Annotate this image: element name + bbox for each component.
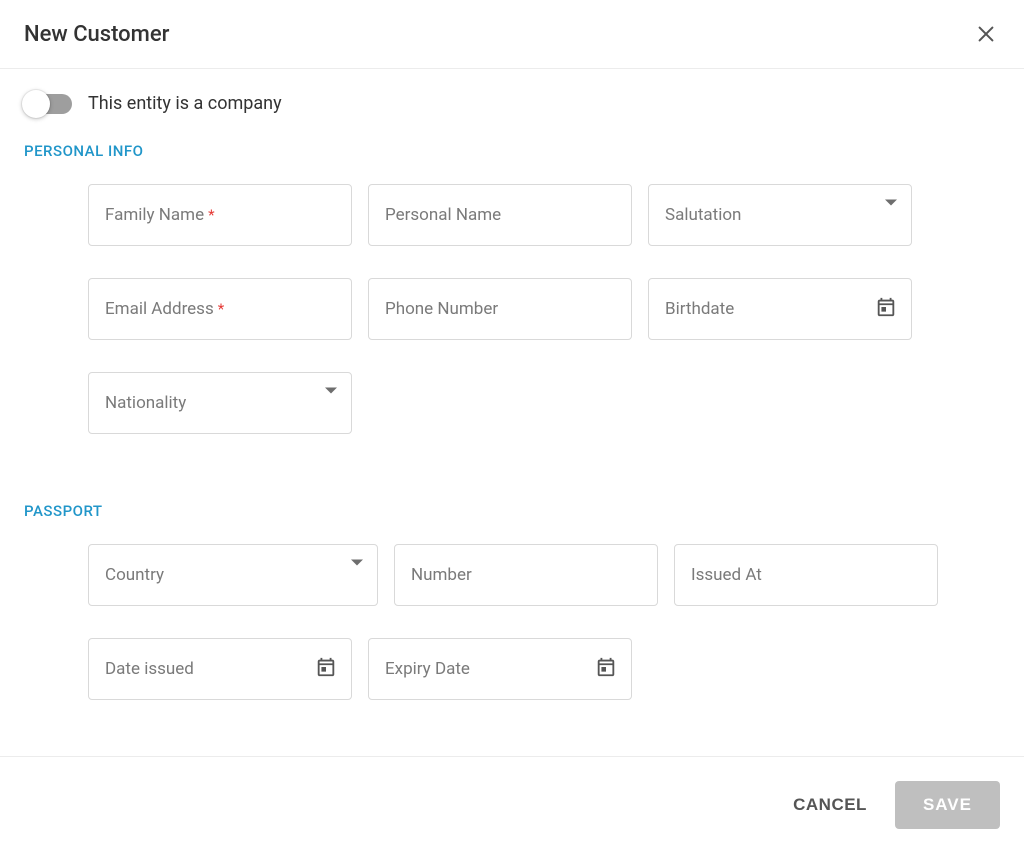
cancel-button[interactable]: CANCEL: [789, 787, 871, 823]
company-toggle-label: This entity is a company: [88, 93, 282, 114]
email-field[interactable]: Email Address *: [88, 278, 352, 340]
calendar-icon: [595, 656, 617, 682]
issued-at-field[interactable]: Issued At: [674, 544, 938, 606]
calendar-icon: [315, 656, 337, 682]
passport-form: Country Number Issued At Date issued Exp…: [88, 544, 1000, 700]
company-toggle[interactable]: [24, 94, 72, 114]
chevron-down-icon: [325, 394, 337, 413]
calendar-icon: [875, 296, 897, 322]
field-label: Country: [105, 565, 164, 585]
date-issued-field[interactable]: Date issued: [88, 638, 352, 700]
modal-footer: CANCEL SAVE: [0, 756, 1024, 853]
field-label: Family Name: [105, 205, 204, 225]
toggle-knob: [22, 90, 50, 118]
field-label: Nationality: [105, 393, 186, 413]
form-row: Date issued Expiry Date: [88, 638, 1000, 700]
section-passport: PASSPORT: [24, 502, 1000, 520]
close-icon: [975, 23, 997, 45]
required-marker: *: [218, 300, 224, 318]
field-label: Issued At: [691, 565, 762, 585]
section-personal-info: PERSONAL INFO: [24, 142, 1000, 160]
field-label: Salutation: [665, 205, 741, 225]
required-marker: *: [208, 206, 214, 224]
field-label: Date issued: [105, 659, 194, 679]
chevron-down-icon: [885, 206, 897, 225]
personal-info-form: Family Name * Personal Name Salutation E…: [88, 184, 1000, 434]
modal-title: New Customer: [24, 22, 169, 47]
field-label: Personal Name: [385, 205, 501, 225]
company-toggle-row: This entity is a company: [24, 93, 1000, 114]
modal-header: New Customer: [0, 0, 1024, 69]
field-label: Email Address: [105, 299, 214, 319]
form-row: Country Number Issued At: [88, 544, 1000, 606]
form-row: Nationality: [88, 372, 1000, 434]
modal-content: This entity is a company PERSONAL INFO F…: [0, 69, 1024, 756]
field-label: Number: [411, 565, 472, 585]
birthdate-field[interactable]: Birthdate: [648, 278, 912, 340]
personal-name-field[interactable]: Personal Name: [368, 184, 632, 246]
salutation-select[interactable]: Salutation: [648, 184, 912, 246]
family-name-field[interactable]: Family Name *: [88, 184, 352, 246]
chevron-down-icon: [351, 566, 363, 585]
nationality-select[interactable]: Nationality: [88, 372, 352, 434]
passport-number-field[interactable]: Number: [394, 544, 658, 606]
form-row: Family Name * Personal Name Salutation: [88, 184, 1000, 246]
field-label: Birthdate: [665, 299, 734, 319]
passport-country-select[interactable]: Country: [88, 544, 378, 606]
form-row: Email Address * Phone Number Birthdate: [88, 278, 1000, 340]
expiry-date-field[interactable]: Expiry Date: [368, 638, 632, 700]
save-button[interactable]: SAVE: [895, 781, 1000, 829]
phone-field[interactable]: Phone Number: [368, 278, 632, 340]
close-button[interactable]: [972, 20, 1000, 48]
field-label: Phone Number: [385, 299, 498, 319]
field-label: Expiry Date: [385, 659, 470, 679]
